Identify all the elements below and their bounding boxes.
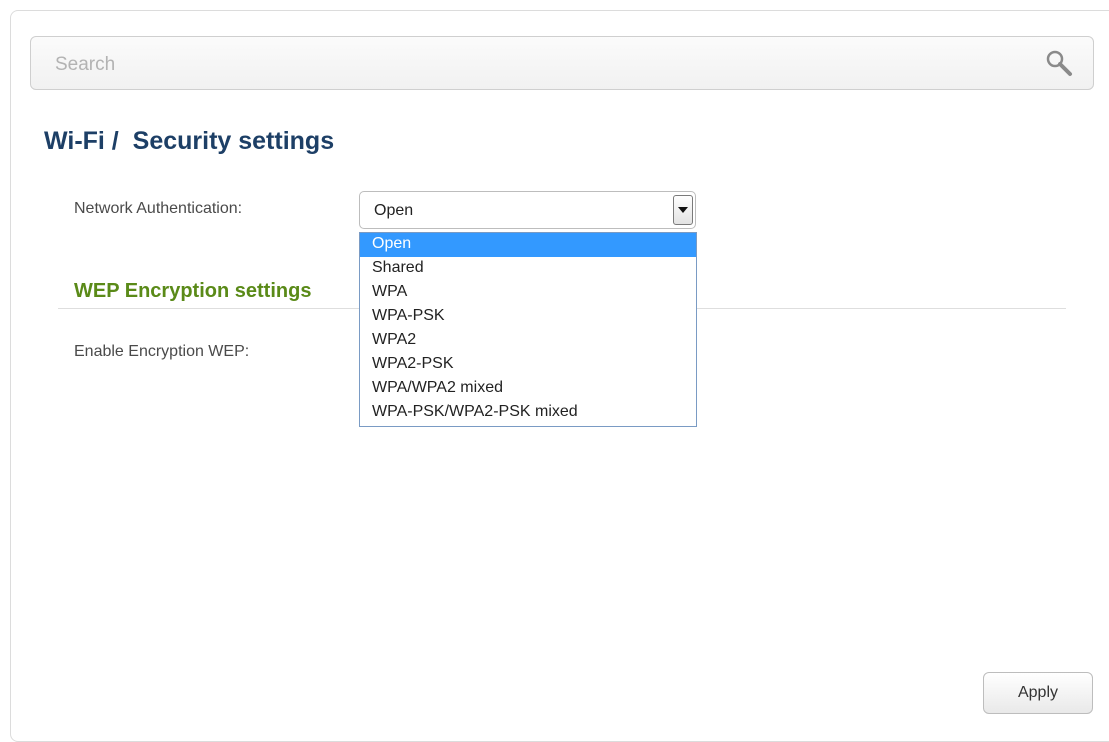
option-shared[interactable]: Shared xyxy=(360,257,696,281)
network-authentication-select[interactable]: Open xyxy=(359,191,696,229)
chevron-down-icon[interactable] xyxy=(673,195,693,225)
option-open[interactable]: Open xyxy=(360,233,696,257)
selected-value: Open xyxy=(374,202,414,219)
search-icon[interactable] xyxy=(1045,49,1073,77)
option-wpa-psk[interactable]: WPA-PSK xyxy=(360,305,696,329)
network-authentication-label: Network Authentication: xyxy=(74,200,243,217)
search-input[interactable] xyxy=(53,51,1017,79)
network-authentication-dropdown[interactable]: Open Shared WPA WPA-PSK WPA2 WPA2-PSK WP… xyxy=(359,232,697,427)
page-title: Wi-Fi / Security settings xyxy=(44,127,335,155)
option-wpa2-psk[interactable]: WPA2-PSK xyxy=(360,353,696,377)
apply-button[interactable]: Apply xyxy=(983,672,1093,714)
option-wpa[interactable]: WPA xyxy=(360,281,696,305)
option-wpa2[interactable]: WPA2 xyxy=(360,329,696,353)
enable-encryption-wep-label: Enable Encryption WEP: xyxy=(74,343,250,360)
search-bar[interactable] xyxy=(30,36,1094,90)
option-wpa-psk-wpa2-psk-mixed[interactable]: WPA-PSK/WPA2-PSK mixed xyxy=(360,401,696,425)
wep-section-title: WEP Encryption settings xyxy=(74,280,312,302)
option-wpa-wpa2-mixed[interactable]: WPA/WPA2 mixed xyxy=(360,377,696,401)
